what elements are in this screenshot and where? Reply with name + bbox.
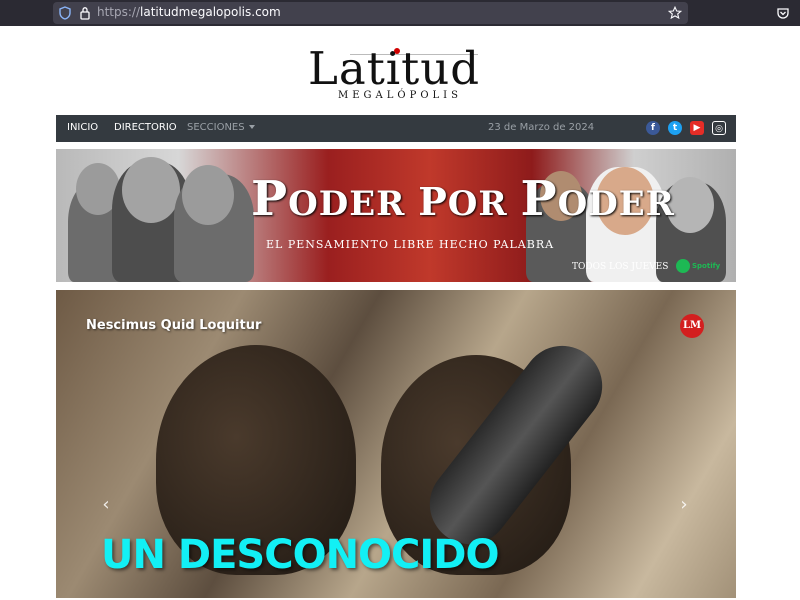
banner-title-letter: P xyxy=(251,171,289,227)
lm-badge-icon: LM xyxy=(680,314,704,338)
banner-title-letter: P xyxy=(520,171,558,227)
nav-secciones-dropdown[interactable]: SECCIONES xyxy=(187,122,255,133)
site-logo[interactable]: Latitud MEGALÓPOLIS xyxy=(300,40,500,104)
youtube-icon[interactable]: ▶ xyxy=(690,121,704,135)
caret-down-icon xyxy=(248,125,255,129)
banner-face xyxy=(182,165,234,225)
twitter-icon[interactable]: t xyxy=(668,121,682,135)
nav-date: 23 de Marzo de 2024 xyxy=(488,122,595,133)
shield-icon[interactable] xyxy=(59,6,71,20)
spotify-label: Spotify xyxy=(692,262,721,270)
bookmark-star-icon[interactable] xyxy=(668,6,682,20)
hero-kicker: Nescimus Quid Loquitur xyxy=(86,318,262,333)
facebook-icon[interactable]: f xyxy=(646,121,660,135)
hero-headline[interactable]: UN DESCONOCIDO xyxy=(101,532,500,578)
address-bar[interactable]: https://latitudmegalopolis.com xyxy=(53,2,688,24)
url-scheme: https:// xyxy=(97,5,141,19)
banner-title-word: ODER xyxy=(557,184,675,224)
poder-por-poder-banner[interactable]: PODER POR PODER EL PENSAMIENTO LIBRE HEC… xyxy=(56,149,736,282)
banner-title-word: OR xyxy=(447,184,508,224)
nav-inicio[interactable]: INICIO xyxy=(67,122,98,133)
spotify-icon xyxy=(676,259,690,273)
carousel-next-icon[interactable]: › xyxy=(676,495,692,515)
logo-subtitle: MEGALÓPOLIS xyxy=(338,90,462,101)
banner-tagline: EL PENSAMIENTO LIBRE HECHO PALABRA xyxy=(266,238,555,251)
main-navbar: INICIO DIRECTORIO SECCIONES 23 de Marzo … xyxy=(56,115,736,142)
banner-title-letter: P xyxy=(418,179,448,224)
nav-secciones-label: SECCIONES xyxy=(187,122,245,133)
instagram-icon[interactable]: ◎ xyxy=(712,121,726,135)
lock-icon[interactable] xyxy=(79,6,91,20)
url-host: latitudmegalopolis.com xyxy=(140,5,281,19)
pocket-icon[interactable] xyxy=(776,6,790,20)
hero-slider[interactable]: Nescimus Quid Loquitur LM UN DESCONOCIDO… xyxy=(56,290,736,598)
banner-face xyxy=(122,157,180,223)
logo-word: Latitud xyxy=(308,42,481,95)
banner-title: PODER POR PODER xyxy=(251,171,675,227)
browser-toolbar: https://latitudmegalopolis.com xyxy=(0,0,800,26)
banner-title-word: ODER xyxy=(288,184,406,224)
carousel-prev-icon[interactable]: ‹ xyxy=(98,495,114,515)
banner-schedule: TODOS LOS JUEVES xyxy=(572,262,669,272)
nav-directorio[interactable]: DIRECTORIO xyxy=(114,122,177,133)
url-text[interactable]: https://latitudmegalopolis.com xyxy=(97,5,281,19)
